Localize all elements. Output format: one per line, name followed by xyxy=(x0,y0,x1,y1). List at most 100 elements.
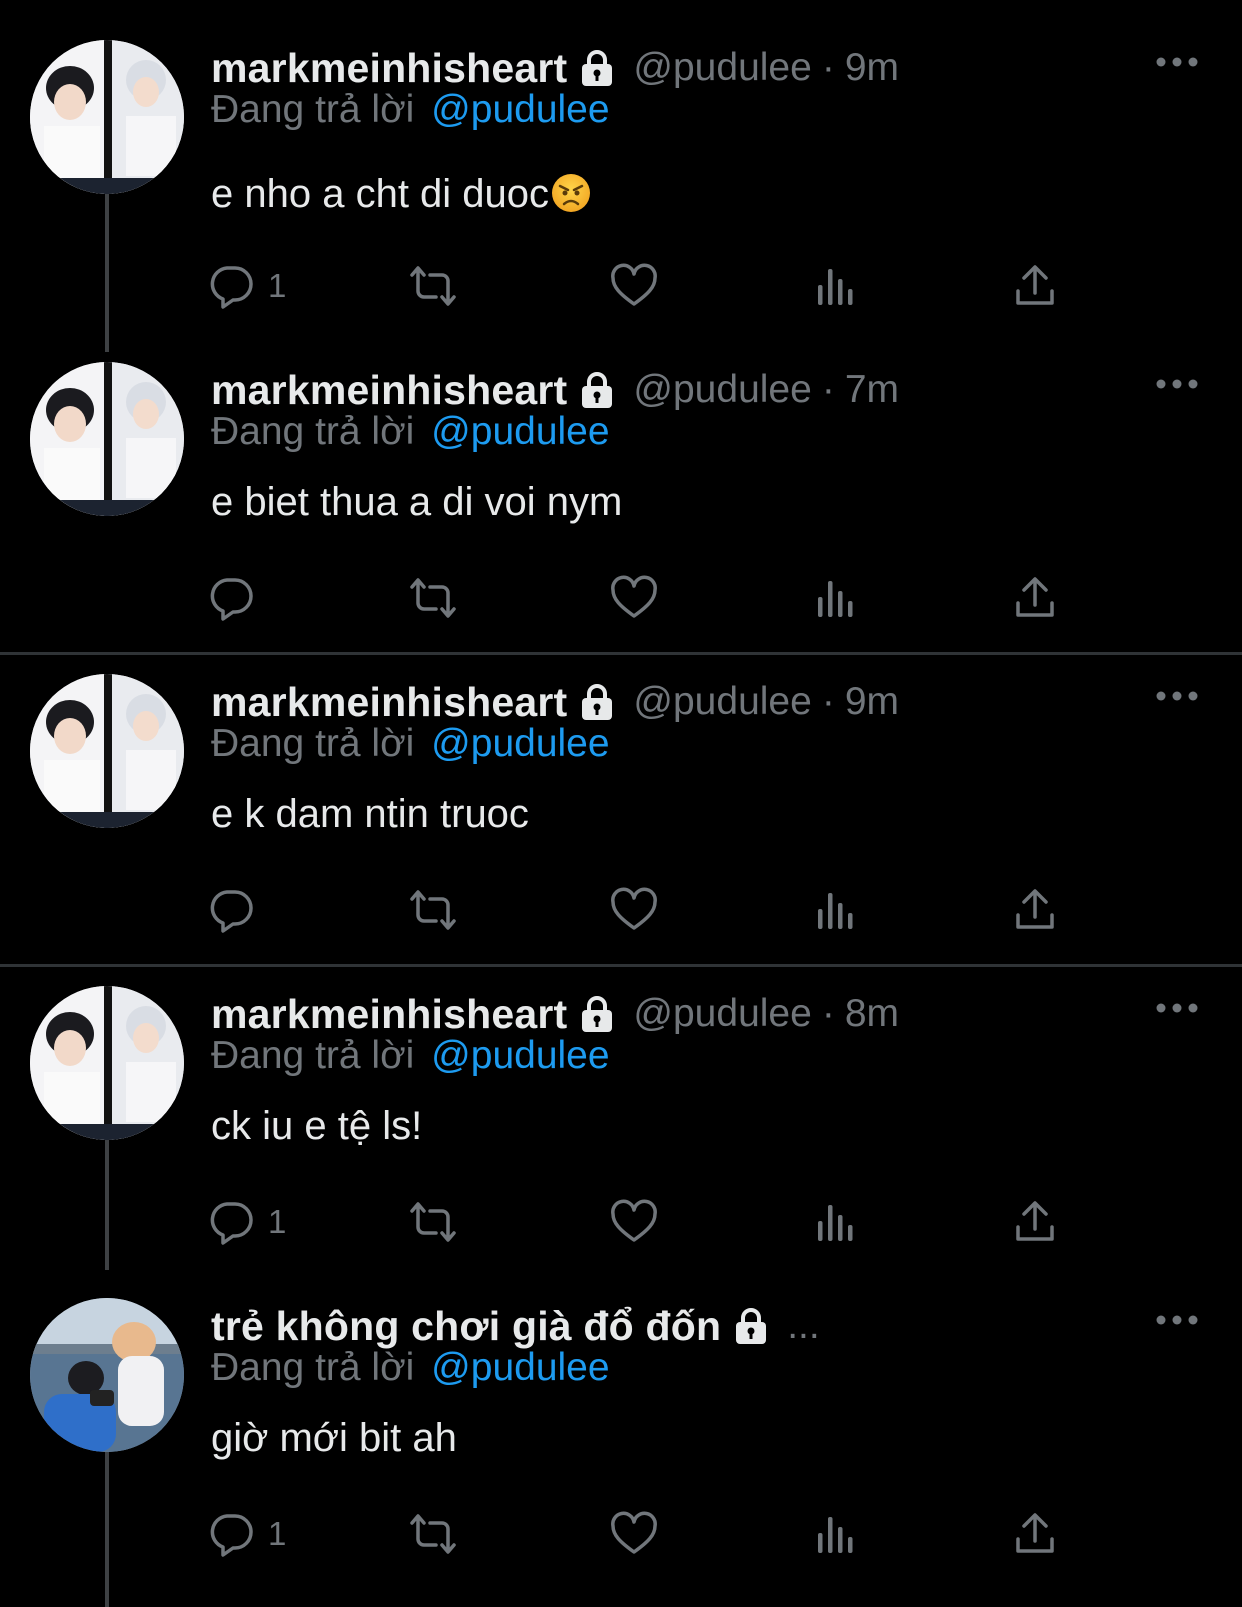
avatar[interactable] xyxy=(30,1298,184,1452)
action-bar: 1 xyxy=(0,1504,1242,1564)
reply-prefix: Đang trả lời xyxy=(211,722,415,765)
timestamp[interactable]: 8m xyxy=(845,992,899,1036)
reply-to-handle[interactable]: @pudulee xyxy=(431,1346,609,1389)
more-button[interactable] xyxy=(1155,372,1199,396)
share-button[interactable] xyxy=(1012,880,1058,940)
retweet-button[interactable] xyxy=(406,256,460,316)
views-button[interactable] xyxy=(814,1192,856,1252)
share-icon xyxy=(1012,575,1058,621)
tweet-text: e k dam ntin truoc xyxy=(211,792,529,837)
more-button[interactable] xyxy=(1155,684,1199,708)
more-button[interactable] xyxy=(1155,1308,1199,1332)
reply-button[interactable]: 1 xyxy=(208,1192,286,1252)
truncation-ellipsis: ... xyxy=(787,1304,820,1347)
tweet-divider xyxy=(0,964,1242,967)
angry-face-emoji xyxy=(551,173,591,213)
action-bar xyxy=(0,880,1242,940)
reply-to-handle[interactable]: @pudulee xyxy=(431,722,609,765)
display-name[interactable]: trẻ không chơi già đổ đốn xyxy=(211,1303,721,1350)
like-button[interactable] xyxy=(610,568,658,628)
reply-button[interactable]: 1 xyxy=(208,256,286,316)
display-name[interactable]: markmeinhisheart xyxy=(211,45,567,92)
tweet-text-content: e biet thua a di voi nym xyxy=(211,480,623,524)
tweet-text-content: giờ mới bit ah xyxy=(211,1416,457,1460)
separator-dot: · xyxy=(821,46,835,89)
share-icon xyxy=(1012,263,1058,309)
reply-context: Đang trả lời @pudulee xyxy=(211,1346,610,1390)
reply-button[interactable]: 1 xyxy=(208,1504,286,1564)
reply-count: 1 xyxy=(268,1515,287,1552)
more-button[interactable] xyxy=(1155,996,1199,1020)
display-name[interactable]: markmeinhisheart xyxy=(211,991,567,1038)
reply-to-handle[interactable]: @pudulee xyxy=(431,88,609,131)
views-button[interactable] xyxy=(814,568,856,628)
tweet[interactable]: markmeinhisheart @pudulee · 9m Đang trả … xyxy=(0,40,1242,360)
retweet-button[interactable] xyxy=(406,880,460,940)
handle[interactable]: @pudulee xyxy=(633,992,811,1036)
retweet-button[interactable] xyxy=(406,1504,460,1564)
tweet[interactable]: markmeinhisheart @pudulee · 7m Đang trả … xyxy=(0,362,1242,652)
display-name[interactable]: markmeinhisheart xyxy=(211,367,567,414)
separator-dot: · xyxy=(821,992,835,1035)
separator-dot: · xyxy=(821,368,835,411)
reply-count: 1 xyxy=(268,267,287,304)
tweet[interactable]: markmeinhisheart @pudulee · 9m Đang trả … xyxy=(0,674,1242,964)
reply-context: Đang trả lời @pudulee xyxy=(211,88,610,132)
avatar[interactable] xyxy=(30,674,184,828)
reply-prefix: Đang trả lời xyxy=(211,1034,415,1077)
share-button[interactable] xyxy=(1012,568,1058,628)
reply-prefix: Đang trả lời xyxy=(211,1346,415,1389)
reply-context: Đang trả lời @pudulee xyxy=(211,410,610,454)
like-button[interactable] xyxy=(610,256,658,316)
avatar[interactable] xyxy=(30,362,184,516)
views-button[interactable] xyxy=(814,1504,856,1564)
avatar[interactable] xyxy=(30,40,184,194)
reply-icon xyxy=(208,575,254,621)
share-button[interactable] xyxy=(1012,1192,1058,1252)
handle[interactable]: @pudulee xyxy=(633,46,811,90)
lock-icon xyxy=(577,682,617,722)
tweet-divider xyxy=(0,652,1242,655)
like-button[interactable] xyxy=(610,1192,658,1252)
reply-icon xyxy=(208,887,254,933)
reply-button[interactable] xyxy=(208,568,268,628)
timestamp[interactable]: 7m xyxy=(845,368,899,412)
action-bar xyxy=(0,568,1242,628)
like-button[interactable] xyxy=(610,1504,658,1564)
reply-icon xyxy=(208,263,254,309)
handle[interactable]: @pudulee xyxy=(633,368,811,412)
handle[interactable]: @pudulee xyxy=(633,680,811,724)
retweet-button[interactable] xyxy=(406,1192,460,1252)
action-bar: 1 xyxy=(0,1192,1242,1252)
views-button[interactable] xyxy=(814,256,856,316)
share-button[interactable] xyxy=(1012,1504,1058,1564)
reply-to-handle[interactable]: @pudulee xyxy=(431,410,609,453)
share-icon xyxy=(1012,887,1058,933)
tweet[interactable]: trẻ không chơi già đổ đốn ... Đang trả l… xyxy=(0,1298,1242,1607)
timestamp[interactable]: 9m xyxy=(845,46,899,90)
separator-dot: · xyxy=(821,680,835,723)
lock-icon xyxy=(731,1306,771,1346)
reply-button[interactable] xyxy=(208,880,268,940)
retweet-button[interactable] xyxy=(406,568,460,628)
action-bar: 1 xyxy=(0,256,1242,316)
share-button[interactable] xyxy=(1012,256,1058,316)
retweet-icon xyxy=(406,1511,460,1557)
reply-context: Đang trả lời @pudulee xyxy=(211,1034,610,1078)
reply-to-handle[interactable]: @pudulee xyxy=(431,1034,609,1077)
tweet-text: ck iu e tệ ls! xyxy=(211,1104,422,1149)
display-name[interactable]: markmeinhisheart xyxy=(211,679,567,726)
share-icon xyxy=(1012,1199,1058,1245)
avatar[interactable] xyxy=(30,986,184,1140)
timestamp[interactable]: 9m xyxy=(845,680,899,724)
like-button[interactable] xyxy=(610,880,658,940)
views-button[interactable] xyxy=(814,880,856,940)
retweet-icon xyxy=(406,887,460,933)
reply-prefix: Đang trả lời xyxy=(211,88,415,131)
reply-icon xyxy=(208,1199,254,1245)
tweet-text: e biet thua a di voi nym xyxy=(211,480,622,525)
tweet-text-content: e nho a cht di duoc xyxy=(211,172,550,216)
reply-count: 1 xyxy=(268,1203,287,1240)
tweet[interactable]: markmeinhisheart @pudulee · 8m Đang trả … xyxy=(0,986,1242,1276)
more-button[interactable] xyxy=(1155,50,1199,74)
